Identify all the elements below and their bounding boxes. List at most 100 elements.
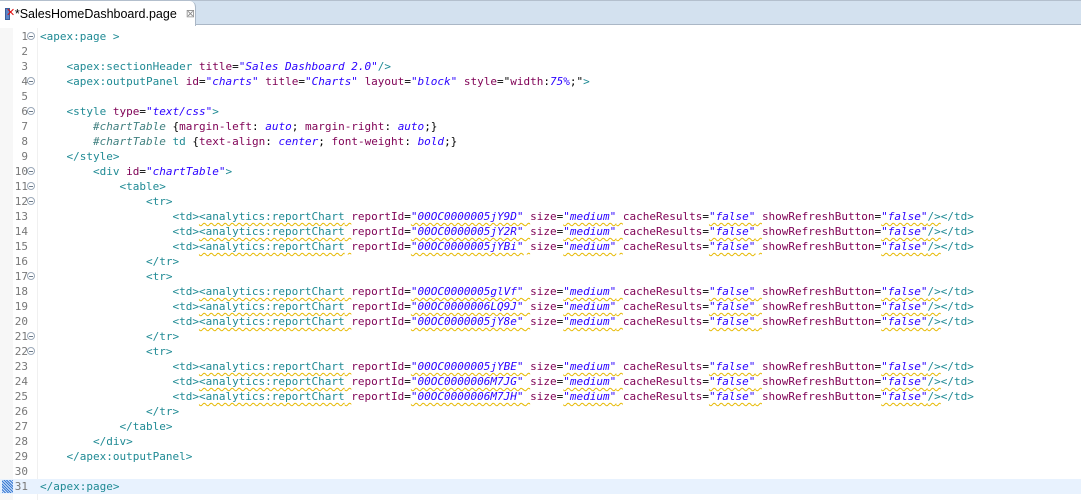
code-token: showRefreshButton [761, 210, 875, 223]
code-line[interactable]: 18 <td><analytics:reportChart reportId="… [0, 284, 1081, 299]
code-token: reportId [351, 300, 405, 313]
code-line[interactable]: 13 <td><analytics:reportChart reportId="… [0, 209, 1081, 224]
code-line[interactable]: 6 <style type="text/css"> [0, 104, 1081, 119]
code-line[interactable]: 1 <apex:page > [0, 29, 1081, 44]
code-token: showRefreshButton [761, 240, 875, 253]
code-token: reportId [351, 360, 405, 373]
code-token: /> [377, 60, 392, 73]
code-line[interactable]: 24 <td><analytics:reportChart reportId="… [0, 374, 1081, 389]
code-token: = [702, 300, 709, 313]
code-token: showRefreshButton [761, 225, 875, 238]
code-line[interactable]: 20 <td><analytics:reportChart reportId="… [0, 314, 1081, 329]
code-token: = [404, 75, 411, 88]
code-token: layout [364, 75, 405, 88]
code-text: <tr> [40, 269, 173, 284]
code-line[interactable]: 3 <apex:sectionHeader title="Sales Dashb… [0, 59, 1081, 74]
code-token: "00OC0000006M7JG" [410, 375, 524, 388]
code-line[interactable]: 9 </style> [0, 149, 1081, 164]
code-text: <style type="text/css"> [40, 104, 219, 119]
fold-collapse-icon[interactable] [27, 347, 35, 355]
code-text: <table> [40, 179, 165, 194]
fold-collapse-icon[interactable] [27, 332, 35, 340]
code-token: </td> [940, 360, 974, 373]
tab-sales-home-dashboard[interactable]: *SalesHomeDashboard.page ⊠ [0, 1, 196, 26]
code-token: auto [397, 120, 425, 133]
line-number: 15 [14, 240, 28, 253]
fold-collapse-icon[interactable] [27, 107, 35, 115]
code-line[interactable]: 21 </tr> [0, 329, 1081, 344]
code-token: /> [927, 300, 941, 313]
code-token: "00OC0000005jYBE" [410, 360, 524, 373]
code-line[interactable]: 26 </tr> [0, 404, 1081, 419]
code-editor[interactable]: 1 <apex:page >2 3 <apex:sectionHeader titl… [0, 28, 1081, 500]
code-token: <td> [172, 285, 199, 298]
code-token: </tr> [145, 330, 180, 343]
code-token: </apex:outputPanel> [66, 450, 193, 463]
code-token: size [530, 300, 557, 313]
code-line[interactable]: 10 <div id="chartTable"> [0, 164, 1081, 179]
code-line[interactable]: 11 <table> [0, 179, 1081, 194]
code-token: reportId [351, 210, 405, 223]
code-line[interactable]: 5 [0, 89, 1081, 104]
close-tab-icon[interactable]: ⊠ [186, 7, 195, 20]
code-line[interactable]: 7 #chartTable {margin-left: auto; margin… [0, 119, 1081, 134]
code-token: </td> [940, 210, 974, 223]
code-token: bold [417, 135, 445, 148]
code-token: <apex:page > [40, 30, 120, 43]
code-token: cacheResults [622, 360, 703, 373]
code-token: ;" [569, 75, 584, 88]
code-token: reportId [351, 225, 405, 238]
code-line[interactable]: 14 <td><analytics:reportChart reportId="… [0, 224, 1081, 239]
code-token: = [702, 285, 709, 298]
code-token: "false" [708, 390, 756, 403]
code-token: "00OC0000005jY9D" [410, 210, 524, 223]
fold-collapse-icon[interactable] [27, 182, 35, 190]
code-token: <td> [172, 210, 199, 223]
code-token: </td> [940, 375, 974, 388]
fold-collapse-icon[interactable] [27, 272, 35, 280]
code-line[interactable]: 4 <apex:outputPanel id="charts" title="C… [0, 74, 1081, 89]
code-line[interactable]: 8 #chartTable td {text-align: center; fo… [0, 134, 1081, 149]
code-line[interactable]: 28 </div> [0, 434, 1081, 449]
code-token: ; [318, 135, 332, 148]
code-token: ;} [424, 120, 438, 133]
code-token: = [404, 390, 411, 403]
code-token: "00OC0000005jYBi" [410, 240, 524, 253]
code-token: "Charts" [304, 75, 358, 88]
code-token: <apex:outputPanel [66, 75, 186, 88]
code-token: "false" [881, 285, 928, 298]
fold-collapse-icon[interactable] [27, 167, 35, 175]
code-token: size [530, 225, 557, 238]
code-line[interactable]: 30 [0, 464, 1081, 479]
line-number: 22 [14, 345, 28, 358]
code-line[interactable]: 17 <tr> [0, 269, 1081, 284]
code-token: showRefreshButton [761, 390, 875, 403]
code-line[interactable]: 31 </apex:page> [0, 479, 1081, 494]
code-line[interactable]: 16 </tr> [0, 254, 1081, 269]
code-line[interactable]: 29 </apex:outputPanel> [0, 449, 1081, 464]
code-line[interactable]: 25 <td><analytics:reportChart reportId="… [0, 389, 1081, 404]
code-text: #chartTable {margin-left: auto; margin-r… [40, 119, 437, 134]
code-line[interactable]: 19 <td><analytics:reportChart reportId="… [0, 299, 1081, 314]
code-token: size [530, 285, 557, 298]
fold-collapse-icon[interactable] [27, 77, 35, 85]
code-line[interactable]: 15 <td><analytics:reportChart reportId="… [0, 239, 1081, 254]
code-text: <td><analytics:reportChart reportId="00O… [40, 374, 974, 389]
fold-collapse-icon[interactable] [27, 197, 35, 205]
code-line[interactable]: 2 [0, 44, 1081, 59]
code-line[interactable]: 12 <tr> [0, 194, 1081, 209]
code-token: /> [927, 315, 941, 328]
code-line[interactable]: 27 </table> [0, 419, 1081, 434]
editor-tab-bar: *SalesHomeDashboard.page ⊠ [0, 0, 1081, 26]
code-token: "false" [708, 225, 756, 238]
code-line[interactable]: 23 <td><analytics:reportChart reportId="… [0, 359, 1081, 374]
code-line[interactable]: 22 <tr> [0, 344, 1081, 359]
fold-collapse-icon[interactable] [27, 32, 35, 40]
code-token: auto [265, 120, 292, 133]
